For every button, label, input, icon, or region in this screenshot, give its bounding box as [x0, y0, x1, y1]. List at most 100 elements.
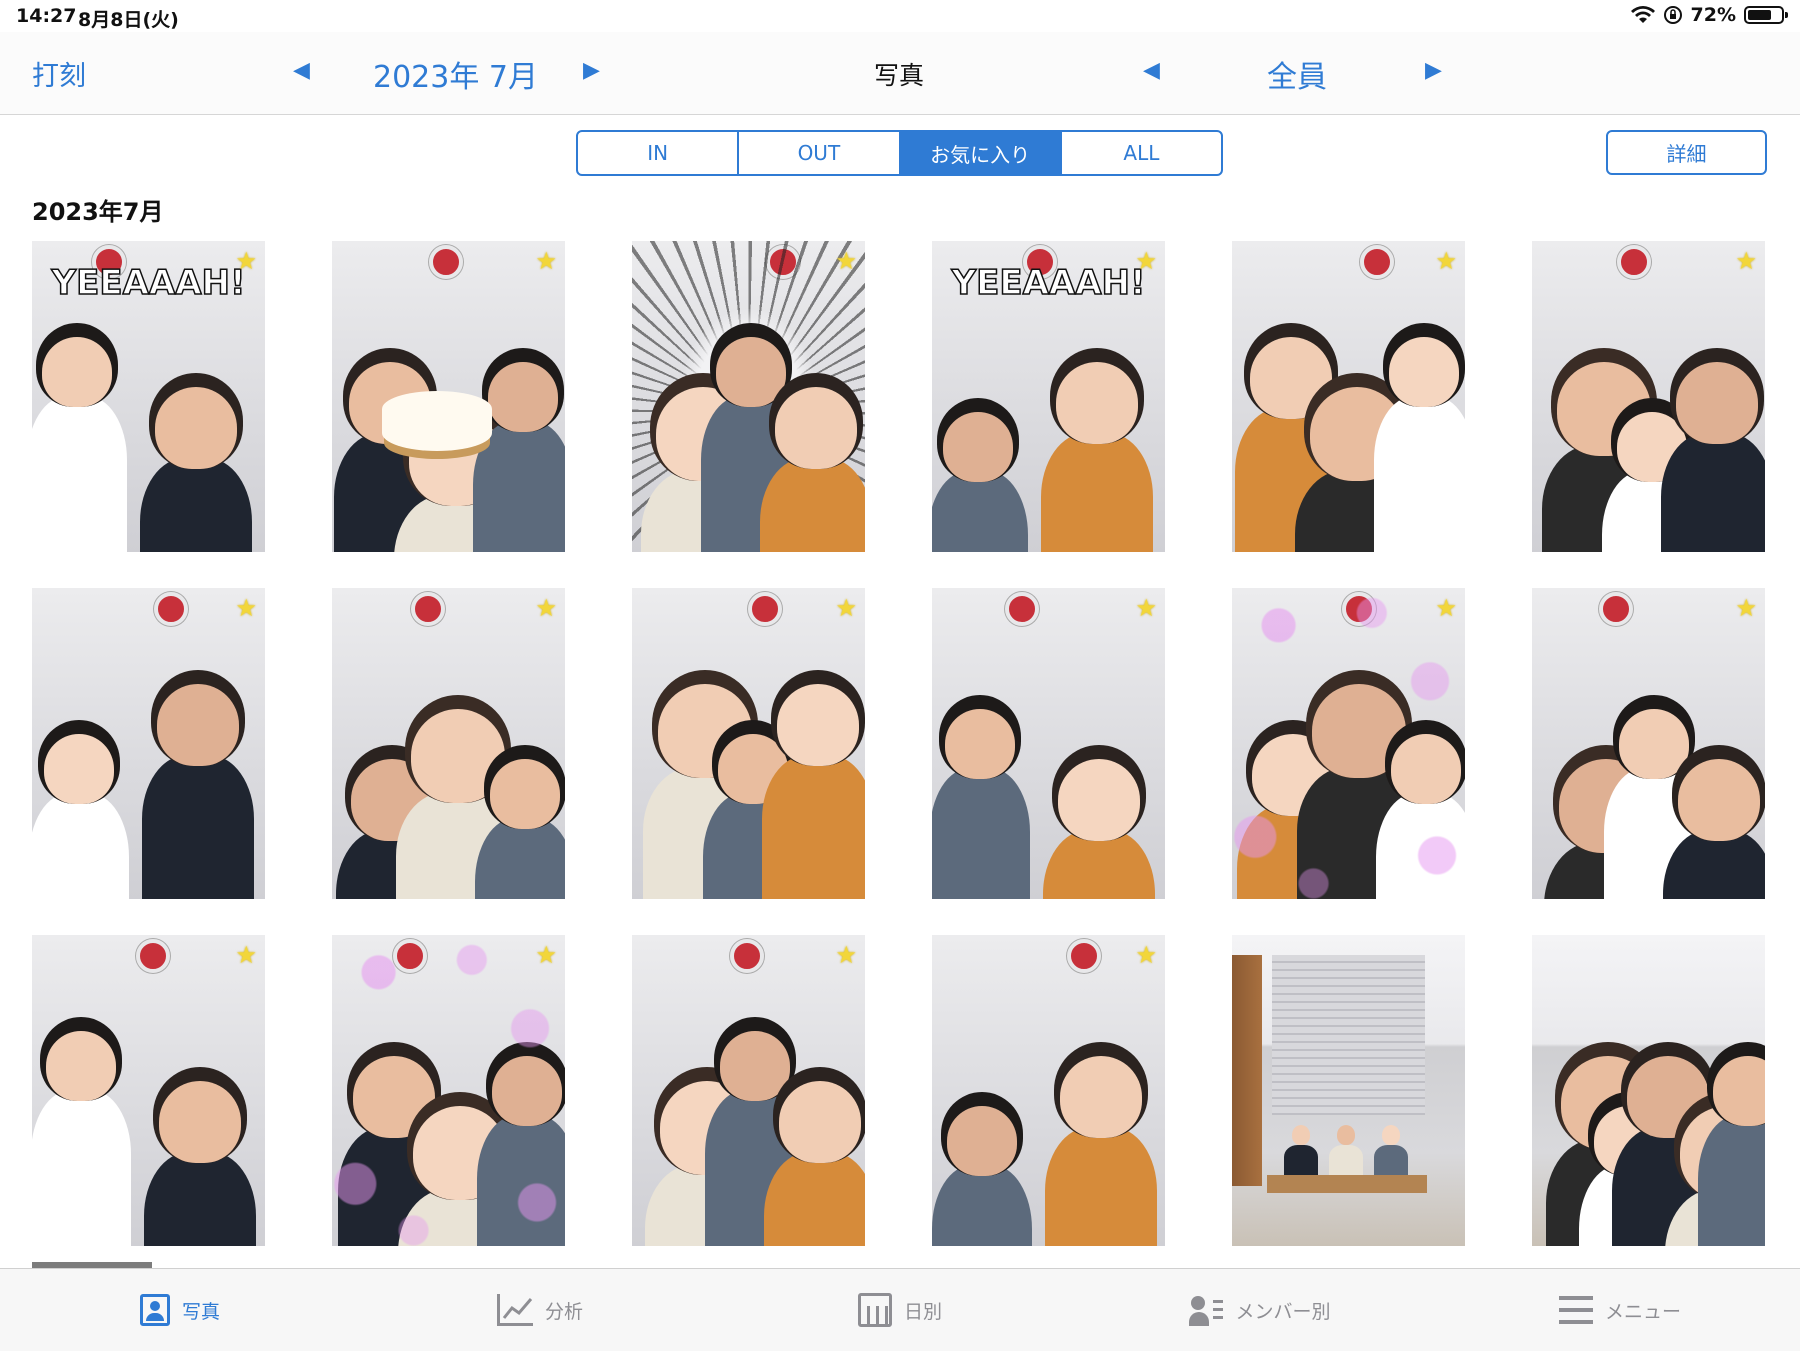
photo-thumbnail[interactable]: ★: [32, 935, 265, 1246]
segment-favorites[interactable]: お気に入り: [900, 132, 1062, 174]
photo-thumbnail[interactable]: ★: [332, 241, 565, 552]
person-body: [1329, 1145, 1363, 1175]
status-date: 8月8日(火): [78, 9, 179, 31]
photo-thumbnail[interactable]: ★: [332, 588, 565, 899]
photo-thumbnail[interactable]: ★: [932, 935, 1165, 1246]
photo-thumbnail[interactable]: ★: [332, 935, 565, 1246]
tab-analysis[interactable]: 分析: [360, 1269, 720, 1351]
favorite-star-icon[interactable]: ★: [835, 594, 857, 622]
photo-thumbnail[interactable]: ★: [1532, 241, 1765, 552]
person-face: [1060, 1056, 1142, 1138]
person-face: [46, 1031, 116, 1101]
tab-photos[interactable]: 写真: [0, 1269, 360, 1351]
tab-label: 分析: [544, 1300, 583, 1323]
favorite-star-icon[interactable]: ★: [535, 941, 557, 969]
favorite-star-icon[interactable]: ★: [235, 594, 257, 622]
segment-in[interactable]: IN: [578, 132, 740, 174]
wood-panel: [1232, 955, 1262, 1186]
person-face: [1676, 362, 1759, 444]
status-bar: 14:27 8月8日(火) 72%: [0, 0, 1800, 32]
section-title: 2023年7月: [32, 198, 164, 226]
person-body: [1045, 1127, 1157, 1246]
person-body: [932, 768, 1030, 899]
photo-thumbnail[interactable]: ★: [632, 935, 865, 1246]
favorite-star-icon[interactable]: ★: [1135, 247, 1157, 275]
nav-bar: 打刻 ◀ 2023年 7月 ▶ 写真 ◀ 全員 ▶: [0, 32, 1800, 115]
person-body: [762, 755, 865, 899]
person-face: [1056, 362, 1138, 444]
photo-thumbnail[interactable]: [1232, 935, 1465, 1246]
next-month-button[interactable]: ▶: [583, 58, 600, 83]
person-body: [140, 458, 252, 552]
photo-thumbnail[interactable]: ★: [1532, 588, 1765, 899]
alarm-bell: [1005, 592, 1039, 626]
filter-segmented-control: IN OUT お気に入り ALL: [576, 130, 1223, 176]
favorite-star-icon[interactable]: ★: [235, 247, 257, 275]
current-month[interactable]: 2023年 7月: [373, 52, 538, 96]
prev-member-button[interactable]: ◀: [1143, 58, 1160, 83]
battery-fill: [1748, 10, 1772, 20]
person-body: [32, 1090, 131, 1246]
battery-percent: 72%: [1690, 4, 1736, 26]
alarm-bell: [1360, 245, 1394, 279]
photo-thumbnail[interactable]: ★: [32, 588, 265, 899]
person-head: [1382, 1125, 1400, 1145]
tab-bar: 写真 分析 日別 メンバー別 メニュー: [0, 1268, 1800, 1351]
person-body: [473, 421, 565, 552]
photo-thumbnail[interactable]: ★: [1232, 588, 1465, 899]
favorite-star-icon[interactable]: ★: [1135, 594, 1157, 622]
favorite-star-icon[interactable]: ★: [235, 941, 257, 969]
wifi-icon: [1630, 6, 1655, 23]
photo-thumbnail[interactable]: YEEAAAH! ★: [32, 241, 265, 552]
person-face: [1058, 759, 1140, 841]
chart-icon: [496, 1294, 533, 1326]
prev-month-button[interactable]: ◀: [293, 58, 310, 83]
photo-thumbnail[interactable]: YEEAAAH! ★: [932, 241, 1165, 552]
member-filter[interactable]: 全員: [1267, 52, 1327, 96]
calendar-icon: [857, 1293, 892, 1327]
favorite-star-icon[interactable]: ★: [535, 247, 557, 275]
favorite-star-icon[interactable]: ★: [1135, 941, 1157, 969]
battery-tip: [1785, 12, 1788, 18]
orientation-lock-icon: [1663, 6, 1682, 24]
tab-members[interactable]: メンバー別: [1080, 1269, 1440, 1351]
status-right: 72%: [1630, 4, 1788, 26]
person-body: [1374, 1145, 1408, 1175]
person-body: [32, 396, 127, 552]
alarm-bell: [730, 939, 764, 973]
tab-label: メンバー別: [1235, 1300, 1331, 1323]
favorite-star-icon[interactable]: ★: [835, 247, 857, 275]
photo-thumbnail[interactable]: [1532, 935, 1765, 1246]
favorite-star-icon[interactable]: ★: [1735, 247, 1757, 275]
segment-out[interactable]: OUT: [739, 132, 901, 174]
photo-thumbnail[interactable]: ★: [632, 588, 865, 899]
photo-thumbnail[interactable]: ★: [1232, 241, 1465, 552]
favorite-star-icon[interactable]: ★: [1435, 594, 1457, 622]
person-body: [144, 1152, 256, 1246]
person-face: [159, 1081, 241, 1163]
favorite-star-icon[interactable]: ★: [1735, 594, 1757, 622]
detail-button[interactable]: 詳細: [1606, 130, 1767, 175]
person-face: [44, 734, 114, 804]
tab-daily[interactable]: 日別: [720, 1269, 1080, 1351]
favorite-star-icon[interactable]: ★: [835, 941, 857, 969]
segment-all[interactable]: ALL: [1062, 132, 1221, 174]
photo-thumbnail[interactable]: ★: [632, 241, 865, 552]
next-member-button[interactable]: ▶: [1425, 58, 1442, 83]
alarm-bell: [1599, 592, 1633, 626]
tab-label: 写真: [181, 1300, 220, 1323]
person-face: [490, 759, 561, 829]
tab-menu[interactable]: メニュー: [1440, 1269, 1800, 1351]
person-face: [777, 684, 860, 766]
person-body: [764, 1152, 865, 1246]
photo-thumbnail[interactable]: ★: [932, 588, 1165, 899]
person-body: [1284, 1145, 1318, 1175]
favorite-star-icon[interactable]: ★: [1435, 247, 1457, 275]
person-head: [1292, 1125, 1310, 1145]
window-blinds: [1272, 955, 1425, 1115]
favorite-star-icon[interactable]: ★: [535, 594, 557, 622]
person-face: [947, 1106, 1017, 1176]
tab-label: 日別: [903, 1300, 942, 1323]
punch-button[interactable]: 打刻: [32, 54, 86, 93]
person-face: [157, 684, 239, 766]
